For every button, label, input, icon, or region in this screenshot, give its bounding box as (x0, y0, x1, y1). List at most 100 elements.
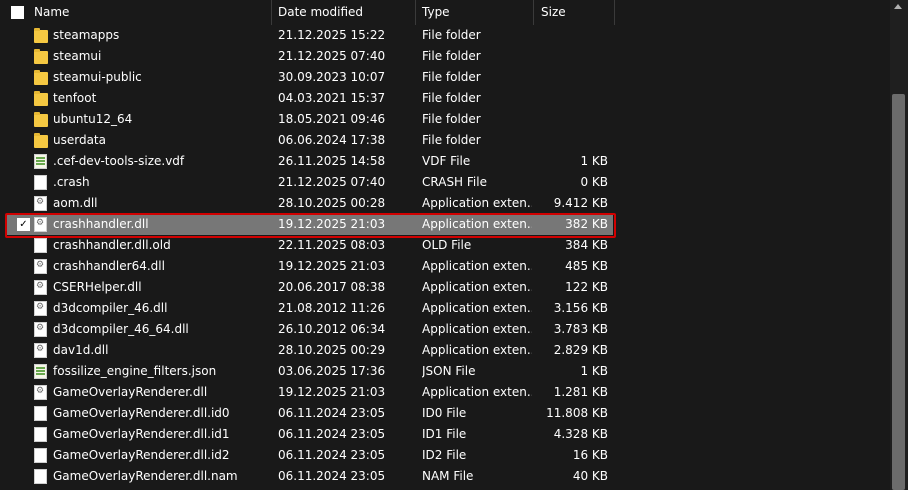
file-type: Application exten... (422, 217, 532, 231)
file-name: tenfoot (53, 91, 97, 105)
file-type: File folder (422, 28, 481, 42)
file-type: NAM File (422, 469, 474, 483)
file-size: 16 KB (572, 448, 608, 462)
file-type: File folder (422, 70, 481, 84)
select-all-checkbox[interactable] (11, 6, 24, 19)
file-type: Application exten... (422, 322, 532, 336)
file-name: CSERHelper.dll (53, 280, 142, 294)
column-header-bar: Name ⌃ Date modified Type Size (0, 0, 890, 25)
file-type: Application exten... (422, 385, 532, 399)
file-type: Application exten... (422, 196, 532, 210)
scrollbar-thumb[interactable] (892, 94, 905, 490)
file-name: crashhandler.dll.old (53, 238, 171, 252)
folder-icon (34, 49, 48, 64)
column-header-name[interactable]: Name (34, 0, 270, 25)
column-divider[interactable] (271, 0, 272, 25)
dll-file-icon (34, 196, 47, 211)
file-icon (34, 448, 47, 463)
file-row[interactable]: userdata 06.06.2024 17:38 File folder (0, 130, 890, 151)
file-row[interactable]: crashhandler64.dll 19.12.2025 21:03 Applic… (0, 256, 890, 277)
file-row[interactable]: .cef-dev-tools-size.vdf 26.11.2025 14:58 V… (0, 151, 890, 172)
file-row[interactable]: aom.dll 28.10.2025 00:28 Application exten… (0, 193, 890, 214)
file-date-modified: 18.05.2021 09:46 (278, 112, 386, 126)
file-name: userdata (53, 133, 106, 147)
file-row[interactable]: fossilize_engine_filters.json 03.06.2025 … (0, 361, 890, 382)
file-icon (34, 175, 47, 190)
file-date-modified: 22.11.2025 08:03 (278, 238, 386, 252)
file-size (540, 46, 608, 67)
column-header-date-modified[interactable]: Date modified (278, 0, 414, 25)
file-row[interactable]: GameOverlayRenderer.dll.nam 06.11.2024 23… (0, 466, 890, 487)
file-icon (34, 238, 47, 253)
file-name: GameOverlayRenderer.dll (53, 385, 208, 399)
file-type: Application exten... (422, 280, 532, 294)
file-date-modified: 21.08.2012 11:26 (278, 301, 386, 315)
file-date-modified: 19.12.2025 21:03 (278, 385, 386, 399)
file-row[interactable]: dav1d.dll 28.10.2025 00:29 Application ext… (0, 340, 890, 361)
column-header-type[interactable]: Type (422, 0, 532, 25)
file-type: ID1 File (422, 427, 467, 441)
file-size: 0 KB (580, 175, 608, 189)
file-type: VDF File (422, 154, 471, 168)
file-date-modified: 06.11.2024 23:05 (278, 469, 386, 483)
column-divider[interactable] (533, 0, 534, 25)
file-size (540, 109, 608, 130)
file-date-modified: 21.12.2025 07:40 (278, 49, 386, 63)
file-date-modified: 19.12.2025 21:03 (278, 259, 386, 273)
file-size: 3.156 KB (553, 301, 608, 315)
file-name: crashhandler64.dll (53, 259, 165, 273)
file-row[interactable]: GameOverlayRenderer.dll.id0 06.11.2024 23… (0, 403, 890, 424)
file-row[interactable]: d3dcompiler_46_64.dll 26.10.2012 06:34 App… (0, 319, 890, 340)
file-name: steamui (53, 49, 102, 63)
file-date-modified: 03.06.2025 17:36 (278, 364, 386, 378)
file-date-modified: 26.10.2012 06:34 (278, 322, 386, 336)
file-row[interactable]: steamapps 21.12.2025 15:22 File folder (0, 25, 890, 46)
file-row[interactable]: d3dcompiler_46.dll 21.08.2012 11:26 Applic… (0, 298, 890, 319)
dll-file-icon (34, 343, 47, 358)
file-name: steamui-public (53, 70, 142, 84)
file-date-modified: 28.10.2025 00:29 (278, 343, 386, 357)
file-row[interactable]: GameOverlayRenderer.dll.id1 06.11.2024 23… (0, 424, 890, 445)
file-date-modified: 19.12.2025 21:03 (278, 217, 386, 231)
column-divider[interactable] (614, 0, 615, 25)
folder-icon (34, 70, 48, 85)
column-header-size[interactable]: Size (541, 0, 613, 25)
file-size: 9.412 KB (553, 196, 608, 210)
folder-icon (34, 112, 48, 127)
vdf-file-icon (34, 154, 47, 169)
file-row[interactable]: steamui-public 30.09.2023 10:07 File folde… (0, 67, 890, 88)
file-row[interactable]: ubuntu12_64 18.05.2021 09:46 File folder (0, 109, 890, 130)
file-type: File folder (422, 49, 481, 63)
sort-ascending-icon: ⌃ (136, 0, 144, 6)
file-name: GameOverlayRenderer.dll.id1 (53, 427, 230, 441)
file-row[interactable]: tenfoot 04.03.2021 15:37 File folder (0, 88, 890, 109)
file-size: 4.328 KB (553, 427, 608, 441)
file-type: OLD File (422, 238, 472, 252)
file-name: dav1d.dll (53, 343, 109, 357)
file-row[interactable]: .crash 21.12.2025 07:40 CRASH File 0 KB (0, 172, 890, 193)
folder-icon (34, 91, 48, 106)
file-date-modified: 04.03.2021 15:37 (278, 91, 386, 105)
file-name: d3dcompiler_46_64.dll (53, 322, 189, 336)
column-divider[interactable] (415, 0, 416, 25)
dll-file-icon (34, 385, 47, 400)
file-row[interactable]: CSERHelper.dll 20.06.2017 08:38 Applicatio… (0, 277, 890, 298)
dll-file-icon (34, 301, 47, 316)
file-row[interactable]: GameOverlayRenderer.dll 19.12.2025 21:03 A… (0, 382, 890, 403)
file-type: Application exten... (422, 259, 532, 273)
file-type: Application exten... (422, 301, 532, 315)
file-size: 382 KB (565, 217, 608, 231)
file-row[interactable]: GameOverlayRenderer.dll.id2 06.11.2024 23… (0, 445, 890, 466)
dll-file-icon (34, 259, 47, 274)
file-name: ubuntu12_64 (53, 112, 133, 126)
file-date-modified: 20.06.2017 08:38 (278, 280, 386, 294)
scroll-up-arrow-icon[interactable] (894, 4, 902, 9)
file-name: .crash (53, 175, 90, 189)
row-checkbox-checked[interactable]: ✓ (17, 218, 30, 231)
file-row-selected[interactable]: ✓ crashhandler.dll 19.12.2025 21:03 Applica… (0, 213, 890, 238)
file-size: 1 KB (580, 364, 608, 378)
file-row[interactable]: steamui 21.12.2025 07:40 File folder (0, 46, 890, 67)
file-type: File folder (422, 91, 481, 105)
file-size: 122 KB (565, 280, 608, 294)
file-row[interactable]: crashhandler.dll.old 22.11.2025 08:03 OLD … (0, 235, 890, 256)
